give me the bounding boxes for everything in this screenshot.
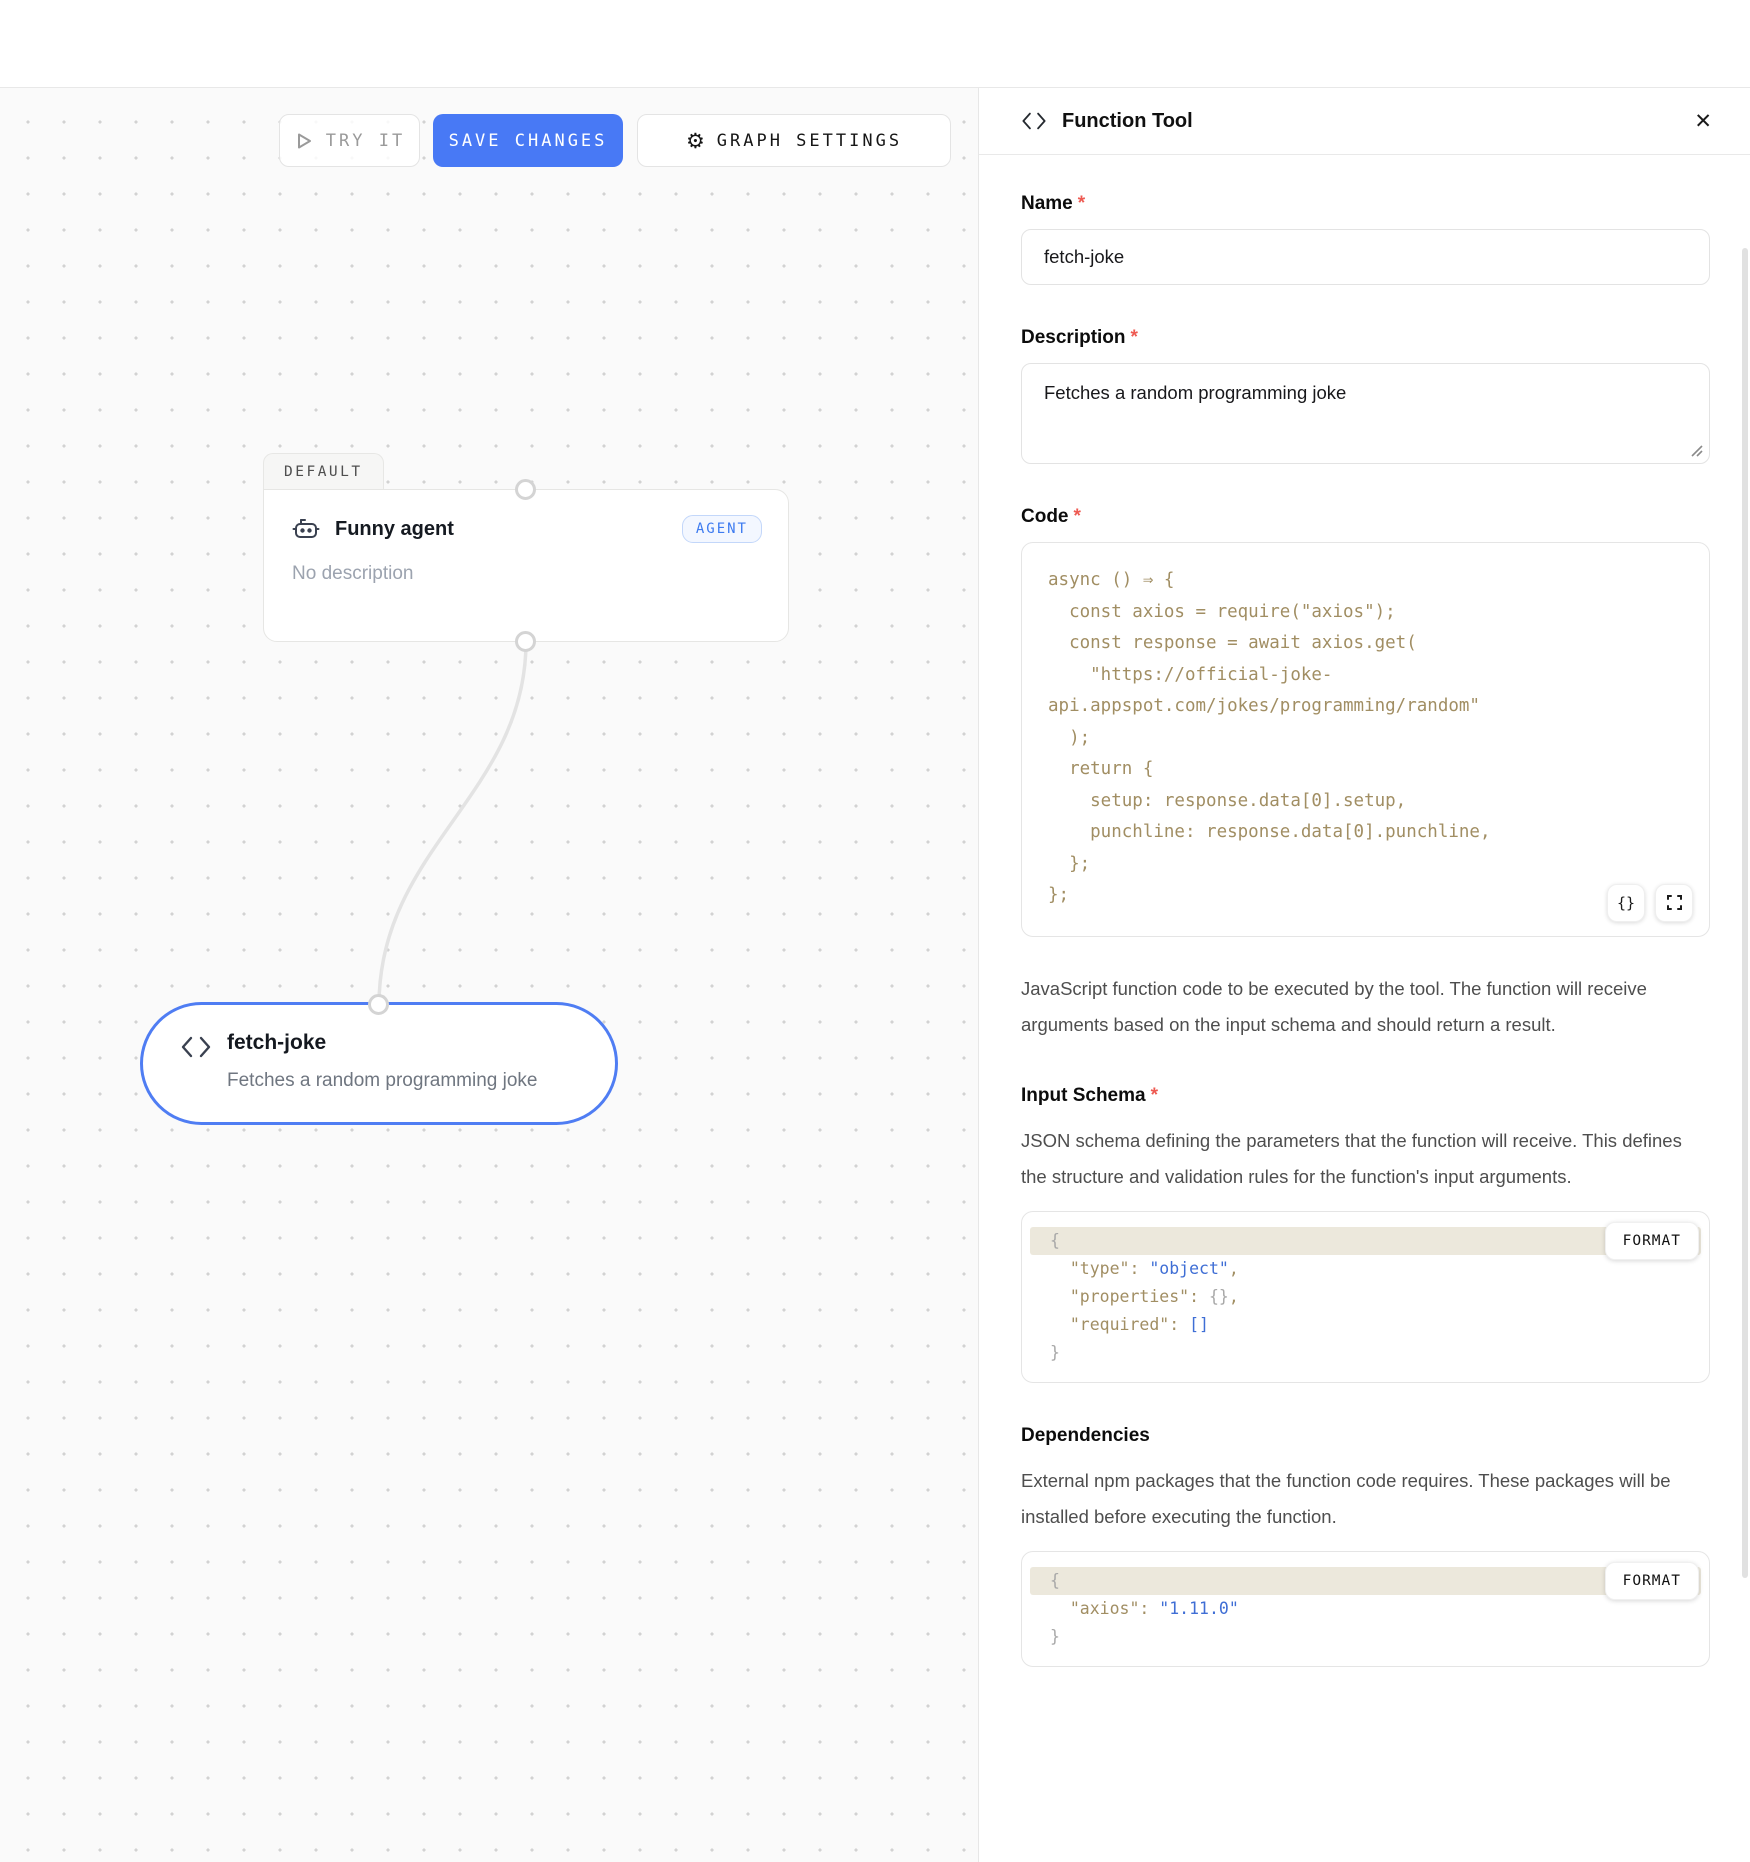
top-bar xyxy=(0,0,1750,88)
input-schema-editor[interactable]: FORMAT { "type": "object", "properties":… xyxy=(1021,1211,1710,1383)
code-label: Code* xyxy=(1021,506,1710,528)
tool-node-description: Fetches a random programming joke xyxy=(227,1070,537,1092)
json-code-line: "type": "object", xyxy=(1030,1255,1701,1283)
json-code-line: "properties": {}, xyxy=(1030,1283,1701,1311)
required-asterisk: * xyxy=(1151,1085,1158,1106)
gear-icon: ⚙ xyxy=(686,129,705,153)
name-label: Name* xyxy=(1021,193,1710,215)
save-changes-label: SAVE CHANGES xyxy=(449,131,608,151)
group-tab-default[interactable]: DEFAULT xyxy=(263,453,384,489)
description-label: Description* xyxy=(1021,327,1710,349)
tool-node-title: fetch-joke xyxy=(227,1031,537,1055)
group-tab-label: DEFAULT xyxy=(284,464,363,480)
dependencies-label: Dependencies xyxy=(1021,1425,1710,1447)
panel-scrollbar[interactable] xyxy=(1742,248,1748,1578)
braces-button[interactable]: {} xyxy=(1607,884,1645,922)
play-icon xyxy=(294,131,314,151)
dependencies-editor[interactable]: FORMAT { "axios": "1.11.0"} xyxy=(1021,1551,1710,1667)
agent-node[interactable]: Funny agent AGENT No description xyxy=(263,489,789,642)
edge-agent-to-tool xyxy=(0,88,978,1862)
expand-icon xyxy=(1666,894,1683,911)
json-code-line: { xyxy=(1030,1227,1701,1255)
agent-node-bottom-handle[interactable] xyxy=(515,631,536,652)
panel-header: Function Tool ✕ xyxy=(979,88,1750,155)
panel-body: Name* fetch-joke Description* Fetches a … xyxy=(979,155,1750,1707)
try-it-label: TRY IT xyxy=(326,131,405,151)
code-icon xyxy=(181,1036,211,1058)
agent-type-badge: AGENT xyxy=(682,515,762,543)
json-code-line: "axios": "1.11.0" xyxy=(1030,1595,1701,1623)
required-asterisk: * xyxy=(1131,327,1138,348)
function-tool-panel: Function Tool ✕ Name* fetch-joke Descrip… xyxy=(978,88,1750,1862)
required-asterisk: * xyxy=(1078,193,1085,214)
required-asterisk: * xyxy=(1074,506,1081,527)
json-code-line: } xyxy=(1030,1339,1701,1367)
description-input[interactable]: Fetches a random programming joke xyxy=(1021,363,1710,464)
code-help-text: JavaScript function code to be executed … xyxy=(1021,971,1710,1043)
input-schema-label: Input Schema* xyxy=(1021,1085,1710,1107)
format-button[interactable]: FORMAT xyxy=(1605,1222,1699,1260)
code-content[interactable]: async () ⇒ { const axios = require("axio… xyxy=(1048,565,1683,912)
agent-node-description: No description xyxy=(264,543,788,585)
function-tool-icon xyxy=(1021,112,1047,130)
code-editor[interactable]: async () ⇒ { const axios = require("axio… xyxy=(1021,542,1710,937)
panel-title: Function Tool xyxy=(1062,110,1679,133)
input-schema-help-text: JSON schema defining the parameters that… xyxy=(1021,1123,1710,1195)
tool-node-fetch-joke[interactable]: fetch-joke Fetches a random programming … xyxy=(140,1002,618,1125)
name-input[interactable]: fetch-joke xyxy=(1021,229,1710,285)
save-changes-button[interactable]: SAVE CHANGES xyxy=(433,114,623,167)
graph-settings-label: GRAPH SETTINGS xyxy=(717,131,902,151)
robot-icon xyxy=(292,515,320,543)
agent-node-top-handle[interactable] xyxy=(515,479,536,500)
json-code-line: { xyxy=(1030,1567,1701,1595)
json-code-line: } xyxy=(1030,1623,1701,1651)
agent-node-title: Funny agent xyxy=(335,518,682,541)
dependencies-help-text: External npm packages that the function … xyxy=(1021,1463,1710,1535)
graph-settings-button[interactable]: ⚙ GRAPH SETTINGS xyxy=(637,114,951,167)
json-code-line: "required": [] xyxy=(1030,1311,1701,1339)
format-button[interactable]: FORMAT xyxy=(1605,1562,1699,1600)
tool-node-top-handle[interactable] xyxy=(368,994,389,1015)
resize-handle-icon[interactable] xyxy=(1689,443,1703,457)
close-icon[interactable]: ✕ xyxy=(1694,111,1712,132)
graph-canvas[interactable]: TRY IT SAVE CHANGES ⚙ GRAPH SETTINGS DEF… xyxy=(0,88,978,1862)
expand-button[interactable] xyxy=(1655,884,1693,922)
try-it-button[interactable]: TRY IT xyxy=(279,114,420,167)
